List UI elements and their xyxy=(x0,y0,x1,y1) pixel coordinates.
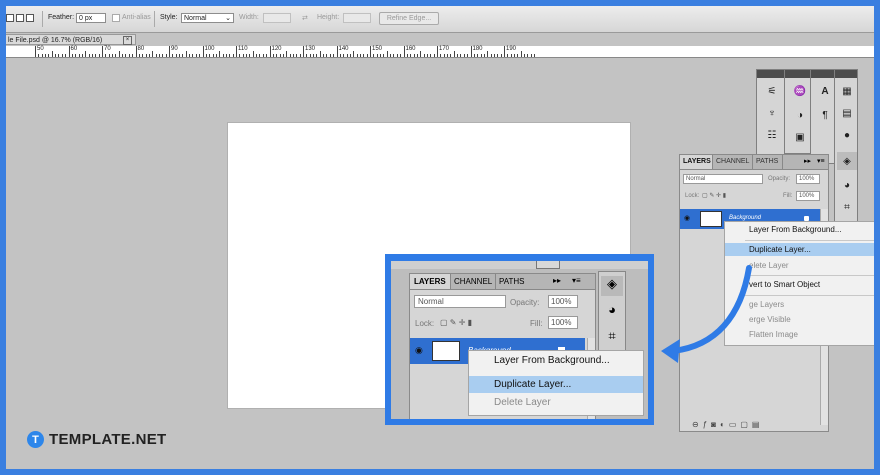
template-logo: T TEMPLATE.NET xyxy=(27,431,166,448)
photoshop-window: Feather: 0 px Anti-alias Style: Normal ⌄ … xyxy=(6,6,874,469)
logo-text: TEMPLATE.NET xyxy=(49,431,167,448)
logo-badge: T xyxy=(27,431,44,448)
curved-arrow xyxy=(661,265,752,363)
